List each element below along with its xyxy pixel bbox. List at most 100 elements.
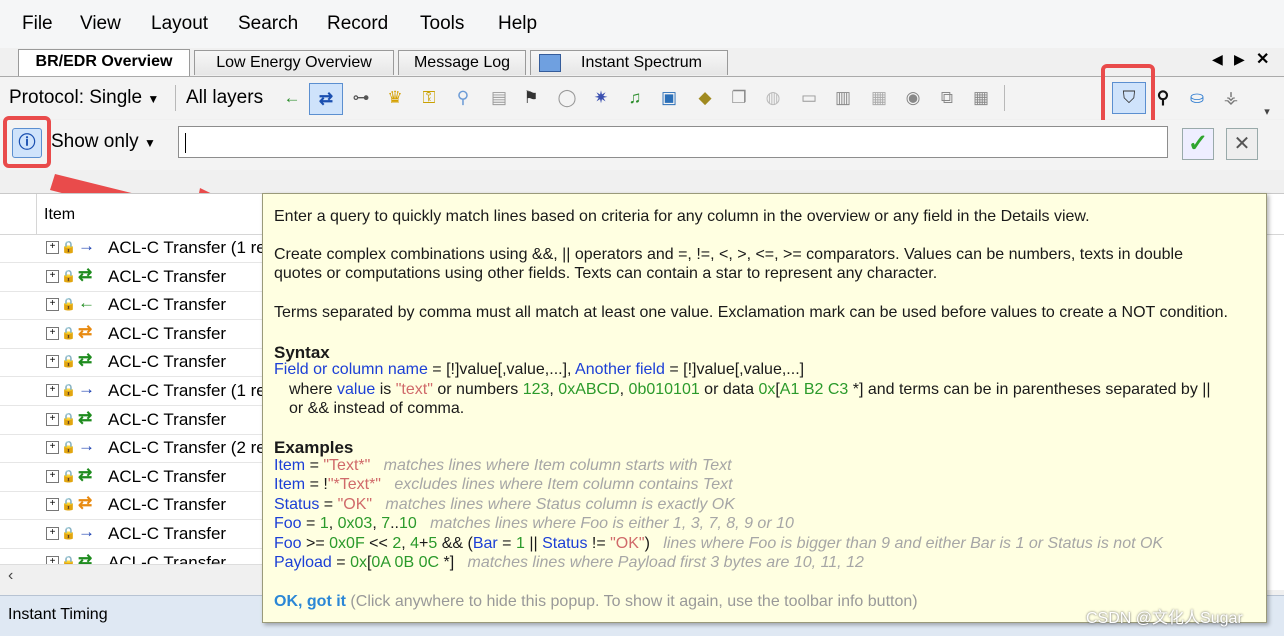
- menu-file[interactable]: File: [22, 13, 53, 35]
- table-row[interactable]: + 🔒 ⇄ ACL-C Transfer: [0, 263, 262, 292]
- package-icon[interactable]: ◆: [694, 87, 716, 109]
- direction-arrow-icon: →: [78, 236, 95, 255]
- table-row[interactable]: + 🔒 ⇄ ACL-C Transfer: [0, 320, 262, 349]
- lock-icon: 🔒: [61, 411, 76, 426]
- clear-x-icon[interactable]: ✕: [1226, 128, 1258, 160]
- table-row[interactable]: + 🔒 → ACL-C Transfer (2 re: [0, 434, 266, 464]
- expand-icon[interactable]: +: [46, 412, 59, 426]
- table-row[interactable]: + 🔒 ⇄ ACL-C Transfer: [0, 463, 262, 492]
- keyboard-icon[interactable]: ▦: [868, 87, 890, 109]
- direction-arrow-icon: ⇄: [78, 321, 93, 341]
- lock-icon: 🔒: [61, 468, 76, 483]
- grid-icon[interactable]: ▦: [970, 87, 992, 109]
- tab-br-edr-overview[interactable]: BR/EDR Overview: [18, 49, 190, 76]
- table-row[interactable]: + 🔒 ⇄ ACL-C Transfer: [0, 491, 262, 521]
- search-icon[interactable]: ⚲: [1152, 87, 1174, 109]
- menu-search[interactable]: Search: [238, 13, 298, 35]
- column-item[interactable]: Item: [44, 206, 75, 224]
- ok-got-it-link[interactable]: OK, got it: [274, 593, 346, 610]
- expand-icon[interactable]: +: [46, 441, 59, 455]
- row-item-text: ACL-C Transfer: [108, 323, 227, 343]
- link-icon[interactable]: ⊶: [350, 87, 372, 109]
- menu-help[interactable]: Help: [498, 13, 537, 35]
- wave-icon[interactable]: ✷: [590, 87, 612, 109]
- antenna-icon[interactable]: ⚶: [1220, 87, 1242, 109]
- spectrum-icon: [539, 54, 561, 72]
- checkered-flag-icon[interactable]: ⚑: [520, 87, 542, 109]
- direction-arrow-icon: ⇄: [78, 264, 93, 284]
- direction-arrow-icon: →: [78, 436, 95, 456]
- key-icon[interactable]: ⚿: [418, 87, 440, 109]
- table-row[interactable]: + 🔒 ⇄ ACL-C Transfer: [0, 348, 262, 378]
- tab-strip: BR/EDR Overview Low Energy Overview Mess…: [0, 48, 1284, 77]
- book-icon[interactable]: ▥: [832, 87, 854, 109]
- menu-layout[interactable]: Layout: [151, 13, 208, 35]
- expand-icon[interactable]: +: [46, 527, 59, 540]
- expand-icon[interactable]: +: [46, 241, 59, 254]
- show-only-dropdown[interactable]: Show only ▼: [51, 131, 156, 153]
- network-icon[interactable]: ⧉: [936, 87, 958, 109]
- tab-instant-spectrum[interactable]: Instant Spectrum: [530, 50, 728, 75]
- table-row[interactable]: + 🔒 → ACL-C Transfer (1 re: [0, 234, 266, 263]
- direction-arrow-icon: ⇄: [78, 350, 93, 370]
- syntax-line-3: or && instead of comma.: [289, 400, 465, 417]
- document-icon[interactable]: ▤: [488, 87, 510, 109]
- tab-low-energy-overview[interactable]: Low Energy Overview: [194, 50, 394, 75]
- copy-icon[interactable]: ❐: [728, 87, 750, 109]
- menu-view[interactable]: View: [80, 13, 121, 35]
- card-icon[interactable]: ▭: [798, 87, 820, 109]
- table-row[interactable]: + 🔒 → ACL-C Transfer (1 re: [0, 377, 266, 406]
- help-line-1: Enter a query to quickly match lines bas…: [274, 208, 1090, 225]
- globe-icon[interactable]: ◉: [902, 87, 924, 109]
- example-1: Item = "Text*" matches lines where Item …: [274, 457, 732, 474]
- scroll-left-icon[interactable]: ‹: [8, 567, 13, 585]
- row-item-text: ACL-C Transfer: [108, 295, 227, 315]
- menu-record[interactable]: Record: [327, 13, 388, 35]
- row-item-text: ACL-C Transfer: [108, 409, 227, 429]
- music-icon[interactable]: ♫: [624, 87, 646, 109]
- magnifier-icon[interactable]: ⚲: [452, 87, 474, 109]
- annotation-highlight-filter: [1101, 64, 1155, 128]
- chevron-down-icon: ▼: [147, 92, 160, 106]
- query-help-popup[interactable]: Enter a query to quickly match lines bas…: [262, 193, 1267, 623]
- paint-bucket-icon[interactable]: ⛀: [1186, 87, 1208, 109]
- tab-prev-icon[interactable]: ◀: [1212, 51, 1223, 68]
- toolbar: Protocol: Single ▼ All layers ← ⇄ ⊶ ♛ ⚿ …: [0, 77, 1284, 119]
- expand-icon[interactable]: +: [46, 384, 59, 397]
- expand-icon[interactable]: +: [46, 355, 59, 369]
- tab-next-icon[interactable]: ▶: [1234, 51, 1245, 68]
- query-input[interactable]: [178, 126, 1168, 158]
- expand-icon[interactable]: +: [46, 498, 59, 512]
- crown-icon[interactable]: ♛: [384, 87, 406, 109]
- arrow-left-icon[interactable]: ←: [281, 87, 303, 109]
- direction-arrow-icon: ←: [78, 293, 95, 313]
- expand-icon[interactable]: +: [46, 298, 59, 312]
- mouse-icon[interactable]: ◯: [556, 87, 578, 109]
- lock-icon: 🔒: [61, 240, 76, 254]
- layers-selector[interactable]: All layers: [186, 87, 263, 109]
- menu-tools[interactable]: Tools: [420, 13, 464, 35]
- lock-icon: 🔒: [61, 526, 76, 540]
- lock-icon: 🔒: [61, 383, 76, 397]
- table-row[interactable]: + 🔒 ⇄ ACL-C Transfer: [0, 406, 262, 435]
- apply-check-icon[interactable]: ✓: [1182, 128, 1214, 160]
- expand-icon[interactable]: +: [46, 326, 59, 340]
- syntax-title: Syntax: [274, 343, 330, 362]
- tab-close-icon[interactable]: ✕: [1256, 49, 1269, 69]
- expand-icon[interactable]: +: [46, 469, 59, 483]
- media-icon[interactable]: ▣: [658, 87, 680, 109]
- syntax-line-1: Field or column name = [!]value[,value,.…: [274, 361, 805, 378]
- bidirectional-arrows-icon[interactable]: ⇄: [309, 83, 343, 115]
- instant-timing-tab[interactable]: Instant Timing: [8, 606, 108, 624]
- protocol-selector[interactable]: Protocol: Single ▼: [9, 87, 159, 109]
- tab-message-log[interactable]: Message Log: [398, 50, 526, 75]
- example-2: Item = !"*Text*" excludes lines where It…: [274, 476, 733, 493]
- lock-icon: 🔒: [61, 297, 76, 312]
- horizontal-scrollbar[interactable]: ‹: [0, 564, 262, 590]
- table-row[interactable]: + 🔒 ← ACL-C Transfer: [0, 291, 262, 321]
- help-line-4: Terms separated by comma must all match …: [274, 304, 1228, 321]
- disabled-icon[interactable]: ◍: [762, 87, 784, 109]
- table-row[interactable]: + 🔒 → ACL-C Transfer: [0, 520, 262, 549]
- row-item-text: ACL-C Transfer: [108, 266, 227, 286]
- expand-icon[interactable]: +: [46, 269, 59, 283]
